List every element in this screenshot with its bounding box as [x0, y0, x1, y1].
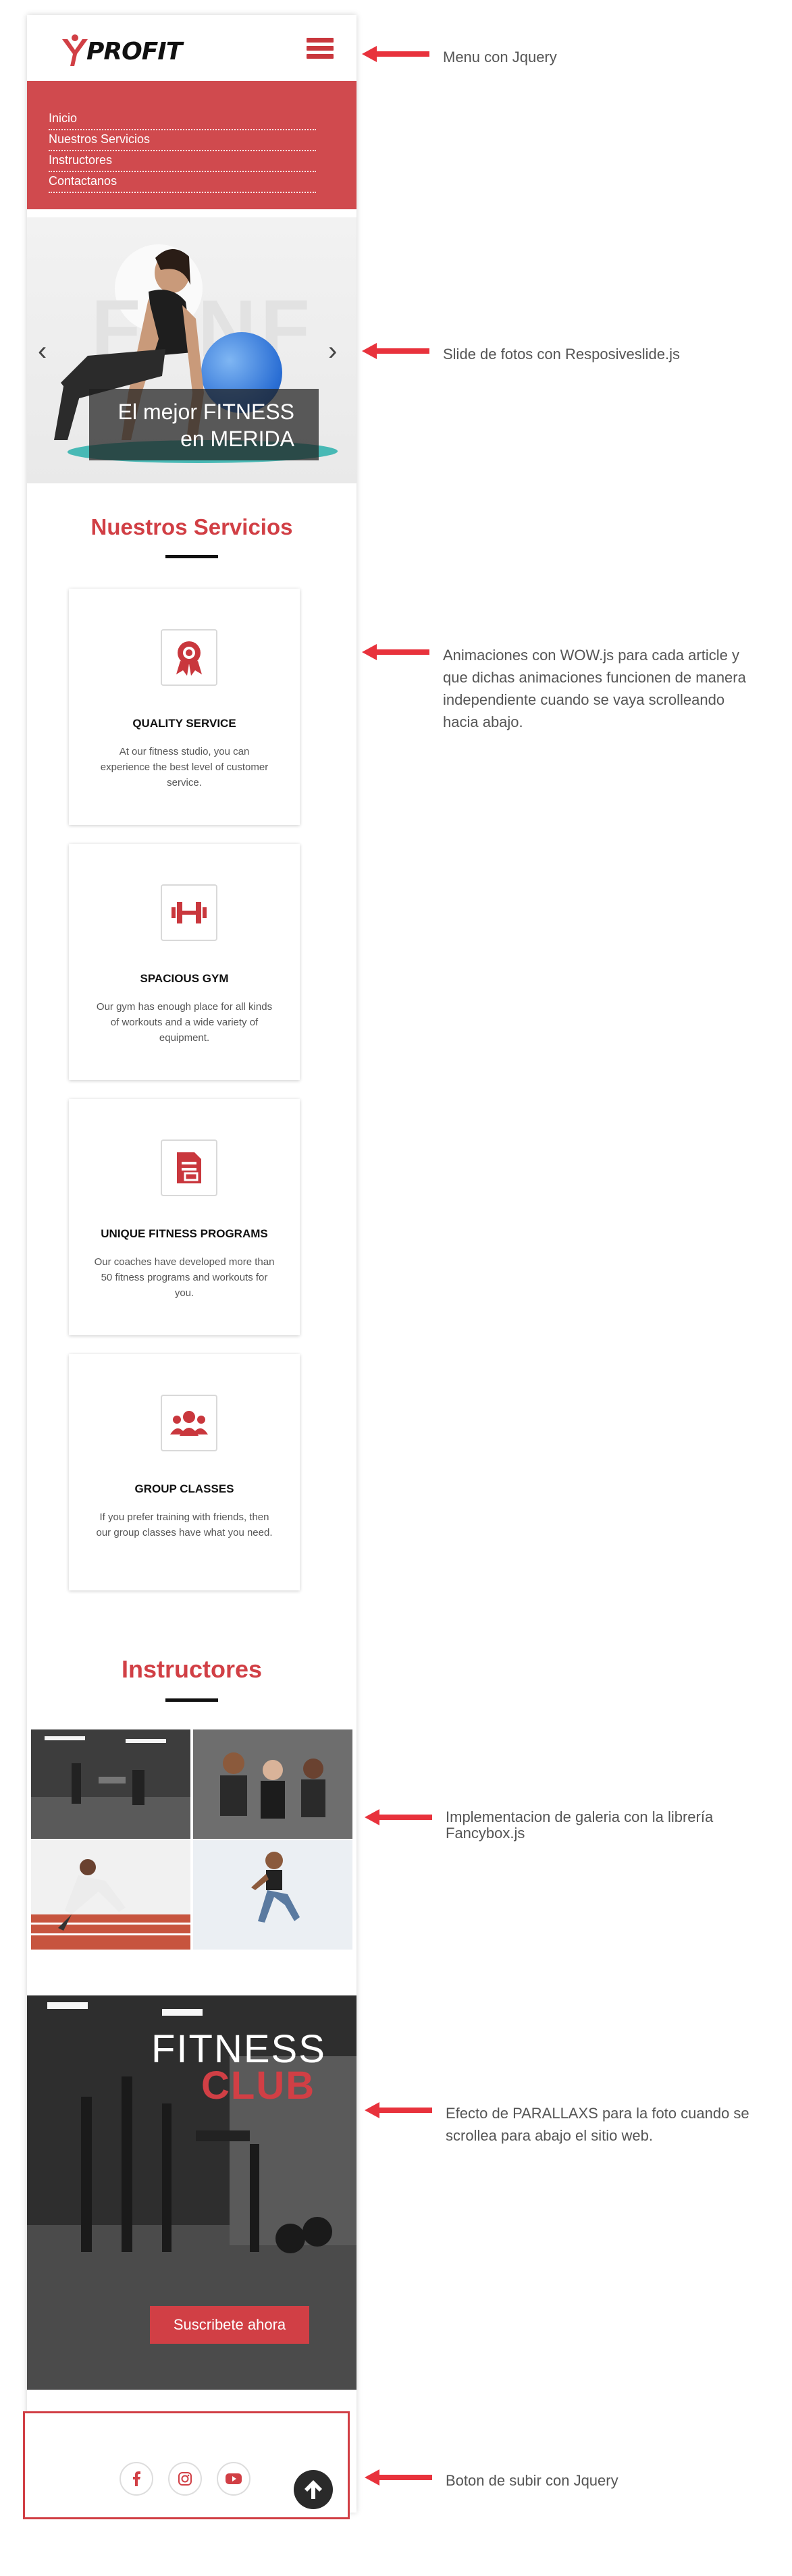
annotation-text: Menu con Jquery	[443, 49, 557, 65]
users-icon	[161, 1395, 217, 1451]
slide-caption-line1: El mejor FITNESS	[117, 400, 294, 424]
document-icon	[161, 1139, 217, 1196]
annotation-scroll-top: Boton de subir con Jquery	[365, 2469, 770, 2492]
annotation-text: Boton de subir con Jquery	[446, 2472, 618, 2489]
annotation-text: Implementacion de galeria con la librerí…	[446, 1808, 714, 1842]
parallax-banner: FITNESS CLUB Suscribete ahora	[27, 1995, 357, 2390]
annotation-slider: Slide de fotos con Resposiveslide.js	[362, 343, 767, 365]
instagram-icon[interactable]	[168, 2462, 202, 2496]
gallery-photo-women[interactable]	[193, 1729, 352, 1839]
menu-toggle-button[interactable]	[307, 38, 334, 61]
service-card: QUALITY SERVICE At our fitness studio, y…	[69, 589, 300, 825]
menu-bar-icon	[307, 54, 334, 59]
annotation-wow: Animaciones con WOW.js para cada article…	[362, 644, 760, 733]
scroll-top-button[interactable]	[294, 2470, 333, 2509]
red-arrow-icon	[362, 644, 429, 660]
menu-bar-icon	[307, 38, 334, 43]
site-header: PROFIT	[27, 15, 357, 81]
service-description: If you prefer training with friends, the…	[96, 1511, 273, 1538]
services-title: Nuestros Servicios	[90, 514, 293, 539]
phone-frame: PROFIT Inicio Nuestros Servicios Instruc…	[23, 15, 357, 2519]
annotation-parallax: Efecto de PARALLAXS para la foto cuando …	[365, 2102, 763, 2147]
service-card: SPACIOUS GYM Our gym has enough place fo…	[69, 844, 300, 1080]
red-arrow-icon	[362, 343, 429, 359]
slide-caption: El mejor FITNESS en MERIDA	[89, 389, 319, 460]
red-arrow-icon	[365, 1809, 432, 1825]
title-underline	[165, 555, 218, 558]
annotation-text: Animaciones con WOW.js para cada article…	[443, 647, 746, 730]
nav-menu: Inicio Nuestros Servicios Instructores C…	[27, 81, 357, 209]
service-description: At our fitness studio, you can experienc…	[100, 746, 269, 788]
facebook-icon[interactable]	[120, 2462, 153, 2496]
service-card: GROUP CLASSES If you prefer training wit…	[69, 1354, 300, 1590]
chevron-right-icon[interactable]: ›	[328, 338, 337, 365]
site-footer	[23, 2411, 350, 2519]
service-name: SPACIOUS GYM	[140, 972, 229, 985]
annotation-text: Efecto de PARALLAXS para la foto cuando …	[446, 2105, 749, 2144]
service-description: Our gym has enough place for all kinds o…	[96, 1001, 273, 1044]
instructors-title: Instructores	[121, 1655, 263, 1683]
red-arrow-icon	[362, 46, 429, 62]
title-underline	[165, 1698, 218, 1702]
annotation-menu: Menu con Jquery	[362, 46, 767, 68]
chevron-left-icon[interactable]: ‹	[38, 338, 47, 365]
award-icon	[161, 629, 217, 686]
arrow-up-icon	[305, 2480, 322, 2499]
menu-item-instructores[interactable]: Instructores	[49, 151, 316, 172]
youtube-icon[interactable]	[217, 2462, 250, 2496]
parallax-subtitle: CLUB	[201, 2064, 316, 2108]
brand-name: PROFIT	[86, 38, 182, 65]
instructors-gallery	[31, 1729, 352, 1950]
service-name: UNIQUE FITNESS PROGRAMS	[101, 1227, 268, 1240]
annotation-text: Slide de fotos con Resposiveslide.js	[443, 346, 680, 363]
service-description: Our coaches have developed more than 50 …	[94, 1256, 275, 1299]
service-name: GROUP CLASSES	[134, 1482, 234, 1495]
service-card: UNIQUE FITNESS PROGRAMS Our coaches have…	[69, 1099, 300, 1335]
menu-bar-icon	[307, 46, 334, 51]
dumbbell-icon	[161, 884, 217, 941]
gallery-photo-runner[interactable]	[31, 1840, 190, 1950]
red-arrow-icon	[365, 2469, 432, 2486]
gallery-photo-gym[interactable]	[31, 1729, 190, 1839]
service-name: QUALITY SERVICE	[132, 717, 236, 730]
slide-caption-line2: en MERIDA	[180, 427, 294, 451]
annotation-gallery: Implementacion de galeria con la librerí…	[365, 1809, 763, 1842]
gallery-photo-athlete[interactable]	[193, 1840, 352, 1950]
menu-item-inicio[interactable]: Inicio	[49, 109, 316, 130]
menu-item-servicios[interactable]: Nuestros Servicios	[49, 130, 316, 151]
menu-item-contactanos[interactable]: Contactanos	[49, 172, 316, 193]
hero-slider: F NF ‹ › El mejor FITNESS en MERIDA	[27, 217, 357, 483]
red-arrow-icon	[365, 2102, 432, 2118]
subscribe-button[interactable]: Suscribete ahora	[150, 2306, 309, 2344]
